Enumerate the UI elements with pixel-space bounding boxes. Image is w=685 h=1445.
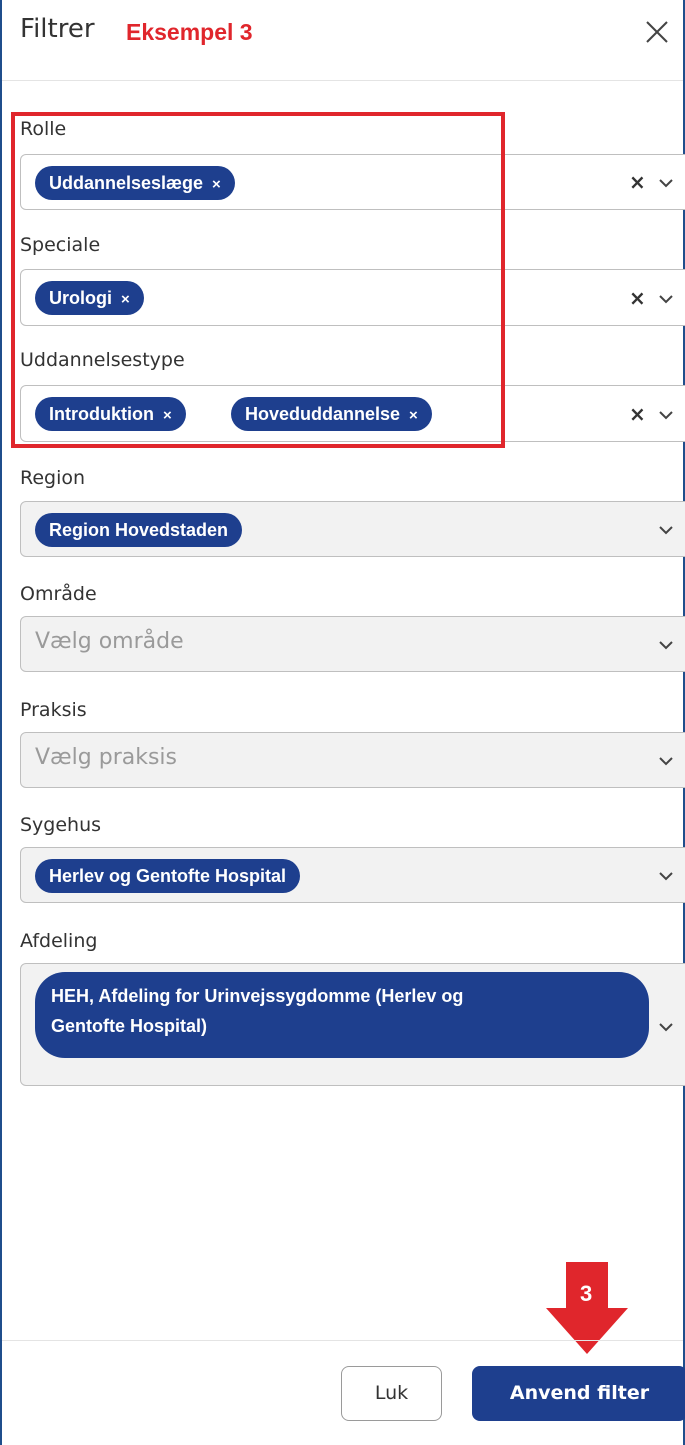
close-icon[interactable] — [639, 14, 675, 50]
chip-remove-icon[interactable]: × — [409, 407, 418, 424]
apply-filter-button[interactable]: Anvend filter — [472, 1366, 685, 1421]
chip-label: Hoveduddannelse — [245, 404, 401, 424]
rolle-select[interactable]: Uddannelseslæge × × — [20, 154, 685, 210]
chevron-down-icon[interactable] — [658, 178, 674, 188]
praksis-placeholder: Vælg praksis — [35, 745, 177, 770]
region-label: Region — [20, 467, 86, 489]
chip-label: Herlev og Gentofte Hospital — [49, 866, 287, 886]
chevron-down-icon[interactable] — [658, 525, 674, 535]
chip-uddannelseslaege: Uddannelseslæge × — [35, 166, 235, 200]
chip-afdeling: HEH, Afdeling for Urinvejssygdomme (Herl… — [35, 972, 649, 1058]
sygehus-label: Sygehus — [20, 814, 102, 836]
close-button[interactable]: Luk — [341, 1366, 442, 1421]
panel-title: Filtrer — [20, 14, 95, 44]
chevron-down-icon[interactable] — [658, 756, 674, 766]
uddannelsestype-label: Uddannelsestype — [20, 349, 185, 371]
afdeling-label: Afdeling — [20, 930, 98, 952]
footer-divider — [2, 1340, 683, 1341]
chip-introduktion: Introduktion × — [35, 397, 186, 431]
chip-label-line1: HEH, Afdeling for Urinvejssygdomme (Herl… — [51, 986, 464, 1006]
praksis-select[interactable]: Vælg praksis — [20, 732, 685, 788]
chevron-down-icon[interactable] — [658, 410, 674, 420]
chevron-down-icon[interactable] — [658, 1022, 674, 1032]
chip-hoveduddannelse: Hoveduddannelse × — [231, 397, 432, 431]
chip-remove-icon[interactable]: × — [163, 407, 172, 424]
chip-herlev-gentofte: Herlev og Gentofte Hospital — [35, 859, 301, 893]
clear-icon[interactable]: × — [629, 170, 646, 194]
omraade-label: Område — [20, 583, 97, 605]
speciale-select[interactable]: Urologi × × — [20, 269, 685, 326]
region-select[interactable]: Region Hovedstaden — [20, 501, 685, 557]
chip-urologi: Urologi × — [35, 281, 144, 315]
omraade-placeholder: Vælg område — [35, 629, 184, 654]
speciale-label: Speciale — [20, 234, 101, 256]
chip-remove-icon[interactable]: × — [121, 291, 130, 308]
sygehus-select[interactable]: Herlev og Gentofte Hospital — [20, 847, 685, 903]
praksis-label: Praksis — [20, 699, 87, 721]
chevron-down-icon[interactable] — [658, 640, 674, 650]
chevron-down-icon[interactable] — [658, 871, 674, 881]
chip-label-line2: Gentofte Hospital) — [51, 1016, 207, 1036]
chip-remove-icon[interactable]: × — [212, 176, 221, 193]
step-number: 3 — [580, 1281, 593, 1306]
rolle-label: Rolle — [20, 118, 67, 140]
afdeling-select[interactable]: HEH, Afdeling for Urinvejssygdomme (Herl… — [20, 963, 685, 1086]
chip-label: Introduktion — [49, 404, 154, 424]
chip-label: Region Hovedstaden — [49, 520, 229, 540]
chevron-down-icon[interactable] — [658, 294, 674, 304]
clear-icon[interactable]: × — [629, 402, 646, 426]
chip-label: Urologi — [49, 288, 112, 308]
omraade-select[interactable]: Vælg område — [20, 616, 685, 672]
example-annotation: Eksempel 3 — [126, 19, 253, 45]
uddannelsestype-select[interactable]: Introduktion × Hoveduddannelse × × — [20, 385, 685, 442]
panel-header: Filtrer Eksempel 3 — [2, 0, 683, 81]
clear-icon[interactable]: × — [629, 286, 646, 310]
chip-region-hovedstaden: Region Hovedstaden — [35, 513, 243, 547]
chip-label: Uddannelseslæge — [49, 173, 204, 193]
filter-panel: Filtrer Eksempel 3 Rolle Uddannelseslæge… — [0, 0, 685, 1445]
